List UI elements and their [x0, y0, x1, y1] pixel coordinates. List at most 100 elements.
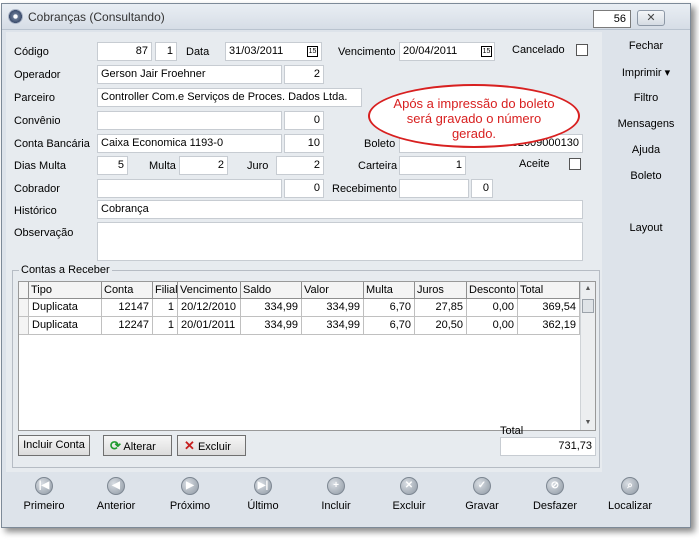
proximo-button[interactable]: ▶ Próximo [154, 474, 226, 526]
x-icon: ✕ [400, 477, 418, 495]
table-cell[interactable]: 334,99 [302, 299, 364, 317]
record-counter: 56 [593, 10, 631, 28]
localizar-button[interactable]: ⌕ Localizar [594, 474, 666, 526]
filtro-button[interactable]: Filtro [603, 92, 689, 104]
table-cell[interactable]: 6,70 [364, 299, 415, 317]
conta-bancaria-field[interactable]: Caixa Economica 1193-0 [97, 134, 282, 153]
table-cell[interactable]: 6,70 [364, 317, 415, 335]
incluir-conta-button[interactable]: Incluir Conta [18, 435, 90, 456]
historico-field[interactable]: Cobrança [97, 200, 583, 219]
row-indicator-header [19, 282, 29, 299]
conta-code-field[interactable]: 10 [284, 134, 324, 153]
anterior-label: Anterior [96, 500, 136, 512]
cobrador-code-field[interactable]: 0 [284, 179, 324, 198]
carteira-label: Carteira [358, 160, 398, 172]
dias-multa-field[interactable]: 5 [97, 156, 128, 175]
next-arrow-icon: ▶ [181, 477, 199, 495]
operador-code-field[interactable]: 2 [284, 65, 324, 84]
table-cell[interactable]: 369,54 [518, 299, 580, 317]
table-cell[interactable]: 20/12/2010 [178, 299, 241, 317]
col-total[interactable]: Total [518, 282, 580, 299]
recebimento-field[interactable] [399, 179, 469, 198]
table-cell[interactable]: 0,00 [467, 317, 518, 335]
mensagens-button[interactable]: Mensagens [603, 118, 689, 130]
scroll-up-icon[interactable]: ▲ [581, 282, 595, 296]
imprimir-button[interactable]: Imprimir ▾ [603, 66, 689, 79]
primeiro-button[interactable]: |◀ Primeiro [8, 474, 80, 526]
convenio-code-field[interactable]: 0 [284, 111, 324, 130]
table-cell[interactable]: 1 [153, 299, 178, 317]
calendar-icon[interactable]: 15 [481, 46, 492, 57]
table-cell[interactable]: 334,99 [241, 299, 302, 317]
table-cell[interactable]: 1 [153, 317, 178, 335]
operador-field[interactable]: Gerson Jair Froehner [97, 65, 282, 84]
contas-receber-group: Contas a Receber Tipo Conta Filial Venci… [12, 264, 600, 468]
table-cell[interactable]: 12247 [102, 317, 153, 335]
table-cell[interactable]: 20,50 [415, 317, 467, 335]
search-icon: ⌕ [621, 477, 639, 495]
x-icon: ✕ [184, 438, 195, 453]
boleto-button[interactable]: Boleto [603, 170, 689, 182]
prev-arrow-icon: ◀ [107, 477, 125, 495]
col-tipo[interactable]: Tipo [29, 282, 102, 299]
ultimo-button[interactable]: ▶| Último [227, 474, 299, 526]
layout-button[interactable]: Layout [603, 222, 689, 234]
col-conta[interactable]: Conta [102, 282, 153, 299]
excluir-button[interactable]: ✕ Excluir [373, 474, 445, 526]
col-filial[interactable]: Filial [153, 282, 178, 299]
aceite-checkbox[interactable] [569, 158, 581, 170]
gravar-button[interactable]: ✓ Gravar [446, 474, 518, 526]
localizar-label: Localizar [607, 500, 653, 512]
plus-icon: + [327, 477, 345, 495]
cobrador-field[interactable] [97, 179, 282, 198]
col-vencimento[interactable]: Vencimento [178, 282, 241, 299]
fechar-button[interactable]: Fechar [603, 40, 689, 52]
col-saldo[interactable]: Saldo [241, 282, 302, 299]
table-cell[interactable]: Duplicata [29, 299, 102, 317]
last-record-icon: ▶| [254, 477, 272, 495]
title-bar: Cobranças (Consultando) 56 ✕ [2, 4, 690, 30]
scroll-thumb[interactable] [582, 299, 594, 313]
juro-field[interactable]: 2 [276, 156, 324, 175]
table-cell[interactable]: 12147 [102, 299, 153, 317]
desfazer-button[interactable]: ⊘ Desfazer [519, 474, 591, 526]
col-juros[interactable]: Juros [415, 282, 467, 299]
excluir-conta-button[interactable]: ✕ Excluir [177, 435, 246, 456]
ajuda-button[interactable]: Ajuda [603, 144, 689, 156]
observacao-field[interactable] [97, 222, 583, 261]
table-cell[interactable]: 20/01/2011 [178, 317, 241, 335]
data-value: 31/03/2011 [229, 45, 284, 57]
table-cell[interactable]: 334,99 [302, 317, 364, 335]
cancelado-checkbox[interactable] [576, 44, 588, 56]
col-multa[interactable]: Multa [364, 282, 415, 299]
aceite-label: Aceite [519, 158, 550, 170]
col-valor[interactable]: Valor [302, 282, 364, 299]
parceiro-field[interactable]: Controller Com.e Serviços de Proces. Dad… [97, 88, 362, 107]
table-cell[interactable]: 334,99 [241, 317, 302, 335]
grid-scrollbar[interactable]: ▲ ▼ [580, 282, 595, 430]
table-cell[interactable]: 27,85 [415, 299, 467, 317]
scroll-down-icon[interactable]: ▼ [581, 416, 595, 430]
codigo-field[interactable]: 87 [97, 42, 152, 61]
col-desconto[interactable]: Desconto [467, 282, 518, 299]
ultimo-label: Último [247, 500, 279, 512]
anterior-button[interactable]: ◀ Anterior [80, 474, 152, 526]
calendar-icon[interactable]: 15 [307, 46, 318, 57]
alterar-button[interactable]: ⟳ Alterar [103, 435, 172, 456]
close-button[interactable]: ✕ [637, 10, 665, 26]
carteira-field[interactable]: 1 [399, 156, 466, 175]
multa-label: Multa [149, 160, 176, 172]
incluir-button[interactable]: + Incluir [300, 474, 372, 526]
table-cell[interactable]: 0,00 [467, 299, 518, 317]
codigo-suffix-field[interactable]: 1 [155, 42, 177, 61]
table-cell[interactable]: 362,19 [518, 317, 580, 335]
row-indicator[interactable] [19, 299, 29, 317]
vencimento-value: 20/04/2011 [403, 45, 458, 57]
multa-field[interactable]: 2 [179, 156, 228, 175]
data-label: Data [186, 46, 210, 58]
convenio-field[interactable] [97, 111, 282, 130]
row-indicator[interactable] [19, 317, 29, 335]
app-icon [8, 9, 23, 24]
table-cell[interactable]: Duplicata [29, 317, 102, 335]
recebimento-code-field[interactable]: 0 [471, 179, 493, 198]
